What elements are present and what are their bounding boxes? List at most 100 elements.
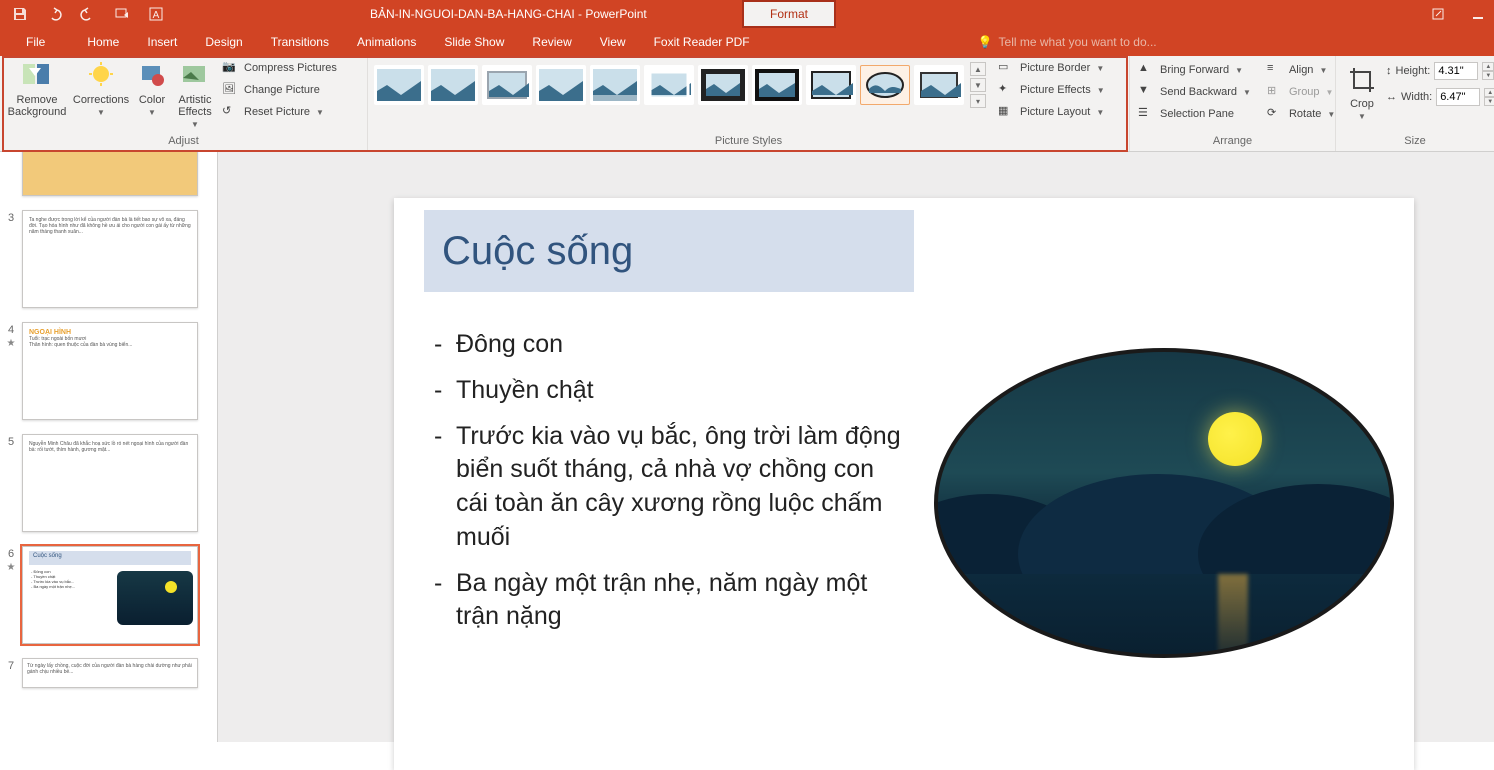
group-button[interactable]: ⊞Group ▼ bbox=[1267, 82, 1335, 102]
height-down[interactable]: ▼ bbox=[1482, 71, 1494, 80]
picture-style-5[interactable] bbox=[590, 65, 640, 105]
menu-view[interactable]: View bbox=[586, 28, 640, 56]
compress-pictures-button[interactable]: 📷Compress Pictures bbox=[222, 58, 337, 78]
height-input[interactable] bbox=[1434, 62, 1478, 80]
corrections-button[interactable]: Corrections ▼ bbox=[70, 58, 132, 120]
picture-border-button[interactable]: ▭Picture Border ▼ bbox=[998, 58, 1105, 78]
slide-number-4: 4 bbox=[8, 324, 14, 336]
size-group-label: Size bbox=[1340, 135, 1490, 149]
rotate-icon: ⟳ bbox=[1267, 106, 1283, 122]
bring-forward-label: Bring Forward bbox=[1160, 64, 1229, 76]
font-icon[interactable]: A bbox=[148, 6, 164, 22]
slide-picture-oval[interactable] bbox=[934, 348, 1394, 658]
align-button[interactable]: ≡Align ▼ bbox=[1267, 60, 1335, 80]
slide-thumb-7[interactable]: Từ ngày lấy chồng, cuộc đời của người đà… bbox=[22, 658, 198, 688]
picture-style-4[interactable] bbox=[536, 65, 586, 105]
menu-format-active[interactable]: Format bbox=[742, 0, 836, 28]
selection-pane-button[interactable]: ☰Selection Pane bbox=[1138, 104, 1251, 124]
dropdown-arrow-icon: ▼ bbox=[97, 108, 105, 117]
slide-thumb-6[interactable]: Cuộc sống - Đông con- Thuyền chật- Trước… bbox=[22, 546, 198, 644]
change-picture-icon: 🖼 bbox=[222, 82, 238, 98]
compress-icon: 📷 bbox=[222, 60, 238, 76]
slide-thumb-3[interactable]: Ta nghe được trong lời kể của người đàn … bbox=[22, 210, 198, 308]
redo-icon[interactable] bbox=[80, 6, 96, 22]
menu-home[interactable]: Home bbox=[73, 28, 133, 56]
width-icon: ↔ bbox=[1386, 91, 1397, 103]
slide-title-text: Cuộc sống bbox=[442, 229, 633, 274]
bullet-2: Thuyền chật bbox=[456, 374, 594, 408]
slide-canvas-area[interactable]: Cuộc sống -Đông con -Thuyền chật -Trước … bbox=[218, 152, 1494, 742]
crop-button[interactable]: Crop▼ bbox=[1344, 62, 1380, 124]
width-down[interactable]: ▼ bbox=[1484, 97, 1494, 106]
menu-file[interactable]: File bbox=[12, 28, 59, 56]
change-label: Change Picture bbox=[244, 84, 320, 96]
send-backward-icon: ▼ bbox=[1138, 84, 1154, 100]
corrections-label: Corrections bbox=[73, 94, 129, 106]
menu-design[interactable]: Design bbox=[191, 28, 256, 56]
animation-star-icon: ★ bbox=[7, 562, 16, 573]
menu-animations[interactable]: Animations bbox=[343, 28, 430, 56]
picture-style-9[interactable] bbox=[806, 65, 856, 105]
picture-styles-gallery: ▲ ▼ ▾ bbox=[372, 58, 988, 112]
gallery-scroll-up[interactable]: ▲ bbox=[970, 62, 986, 76]
height-label: Height: bbox=[1396, 65, 1431, 77]
picture-style-11[interactable] bbox=[914, 65, 964, 105]
picture-layout-label: Picture Layout bbox=[1020, 106, 1090, 118]
picture-effects-button[interactable]: ✦Picture Effects ▼ bbox=[998, 80, 1105, 100]
menu-slideshow[interactable]: Slide Show bbox=[430, 28, 518, 56]
group-icon: ⊞ bbox=[1267, 84, 1283, 100]
picture-style-2[interactable] bbox=[428, 65, 478, 105]
menu-transitions[interactable]: Transitions bbox=[257, 28, 343, 56]
artistic-effects-button[interactable]: Artistic Effects ▼ bbox=[172, 58, 218, 132]
adjust-group-label: Adjust bbox=[4, 135, 363, 149]
slide-body[interactable]: -Đông con -Thuyền chật -Trước kia vào vụ… bbox=[434, 328, 904, 646]
picture-style-1[interactable] bbox=[374, 65, 424, 105]
change-picture-button[interactable]: 🖼 Change Picture bbox=[222, 80, 337, 100]
gallery-scroll-down[interactable]: ▼ bbox=[970, 78, 986, 92]
minimize-icon[interactable] bbox=[1470, 6, 1486, 22]
slide-thumb-2[interactable] bbox=[22, 152, 198, 196]
ribbon: Remove Background Corrections ▼ Color▼ Ar… bbox=[0, 56, 1494, 152]
slide-number-6: 6 bbox=[8, 548, 14, 560]
undo-icon[interactable] bbox=[46, 6, 62, 22]
bring-forward-button[interactable]: ▲Bring Forward ▼ bbox=[1138, 60, 1251, 80]
picture-layout-button[interactable]: ▦Picture Layout ▼ bbox=[998, 102, 1105, 122]
remove-background-button[interactable]: Remove Background bbox=[4, 58, 70, 120]
width-up[interactable]: ▲ bbox=[1484, 88, 1494, 97]
save-icon[interactable] bbox=[12, 6, 28, 22]
send-backward-button[interactable]: ▼Send Backward ▼ bbox=[1138, 82, 1251, 102]
lightbulb-icon: 💡 bbox=[978, 35, 993, 49]
slide-thumb-4[interactable]: NGOẠI HÌNHTuổi: trạc ngoài bốn mươiThân … bbox=[22, 322, 198, 420]
slide-canvas: Cuộc sống -Đông con -Thuyền chật -Trước … bbox=[394, 198, 1414, 770]
slide-thumb-5[interactable]: Nguyễn Minh Châu đã khắc hoạ sức lồ ró n… bbox=[22, 434, 198, 532]
tell-me-search[interactable]: 💡 Tell me what you want to do... bbox=[978, 35, 1157, 49]
bullet-1: Đông con bbox=[456, 328, 563, 362]
picture-style-beveled-oval-black[interactable] bbox=[860, 65, 910, 105]
reset-picture-button[interactable]: ↺Reset Picture ▼ bbox=[222, 102, 337, 122]
align-icon: ≡ bbox=[1267, 62, 1283, 78]
border-icon: ▭ bbox=[998, 60, 1014, 76]
tell-me-placeholder: Tell me what you want to do... bbox=[999, 35, 1157, 49]
height-up[interactable]: ▲ bbox=[1482, 62, 1494, 71]
picture-style-8[interactable] bbox=[752, 65, 802, 105]
rotate-button[interactable]: ⟳Rotate ▼ bbox=[1267, 104, 1335, 124]
slide-number-3: 3 bbox=[8, 212, 14, 224]
start-from-beginning-icon[interactable] bbox=[114, 6, 130, 22]
bullet-4: Ba ngày một trận nhẹ, năm ngày một trận … bbox=[456, 567, 904, 635]
slide-thumbnail-panel[interactable]: 3 Ta nghe được trong lời kể của người đà… bbox=[0, 152, 218, 742]
width-input[interactable] bbox=[1436, 88, 1480, 106]
ribbon-options-icon[interactable] bbox=[1430, 6, 1446, 22]
menu-review[interactable]: Review bbox=[518, 28, 585, 56]
picture-style-3[interactable] bbox=[482, 65, 532, 105]
gallery-expand[interactable]: ▾ bbox=[970, 94, 986, 108]
reset-label: Reset Picture bbox=[244, 106, 310, 118]
picture-style-7[interactable] bbox=[698, 65, 748, 105]
color-button[interactable]: Color▼ bbox=[132, 58, 172, 120]
crop-label: Crop bbox=[1350, 98, 1374, 110]
slide-title-box[interactable]: Cuộc sống bbox=[424, 210, 914, 292]
picture-styles-group-label: Picture Styles bbox=[372, 135, 1125, 149]
menu-foxit[interactable]: Foxit Reader PDF bbox=[640, 28, 764, 56]
menu-insert[interactable]: Insert bbox=[133, 28, 191, 56]
send-backward-label: Send Backward bbox=[1160, 86, 1237, 98]
picture-style-6[interactable] bbox=[644, 65, 694, 105]
